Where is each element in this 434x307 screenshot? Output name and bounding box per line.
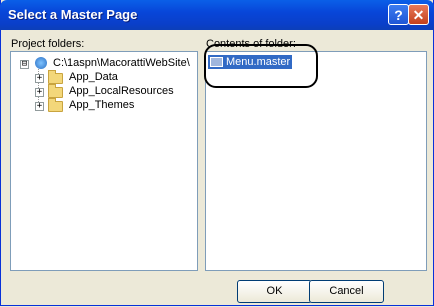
folder-icon [48, 84, 63, 98]
tree-item-label: App_LocalResources [69, 85, 174, 97]
folder-icon [48, 98, 63, 112]
web-site-icon [35, 57, 47, 69]
help-button[interactable]: ? [388, 4, 409, 25]
tree-item-label: App_Themes [69, 99, 135, 111]
dialog-window: Select a Master Page ? ✕ Project folders… [0, 0, 434, 306]
project-folders-tree[interactable]: ⊟ C:\1aspn\MacorattiWebSite\ + App_Data … [10, 51, 198, 271]
expand-icon[interactable]: + [35, 74, 44, 83]
collapse-icon[interactable]: ⊟ [20, 60, 29, 69]
project-folders-label: Project folders: [11, 38, 85, 50]
ok-button[interactable]: OK [237, 280, 312, 303]
dialog-title: Select a Master Page [8, 7, 138, 22]
close-button[interactable]: ✕ [408, 4, 429, 25]
expand-icon[interactable]: + [35, 102, 44, 111]
tree-item-label: App_Data [69, 71, 118, 83]
title-bar[interactable]: Select a Master Page ? ✕ [0, 0, 434, 30]
folder-icon [48, 70, 63, 84]
tree-root-label: C:\1aspn\MacorattiWebSite\ [53, 57, 190, 69]
expand-icon[interactable]: + [35, 88, 44, 97]
highlight-annotation [204, 44, 318, 88]
cancel-button[interactable]: Cancel [309, 280, 384, 303]
